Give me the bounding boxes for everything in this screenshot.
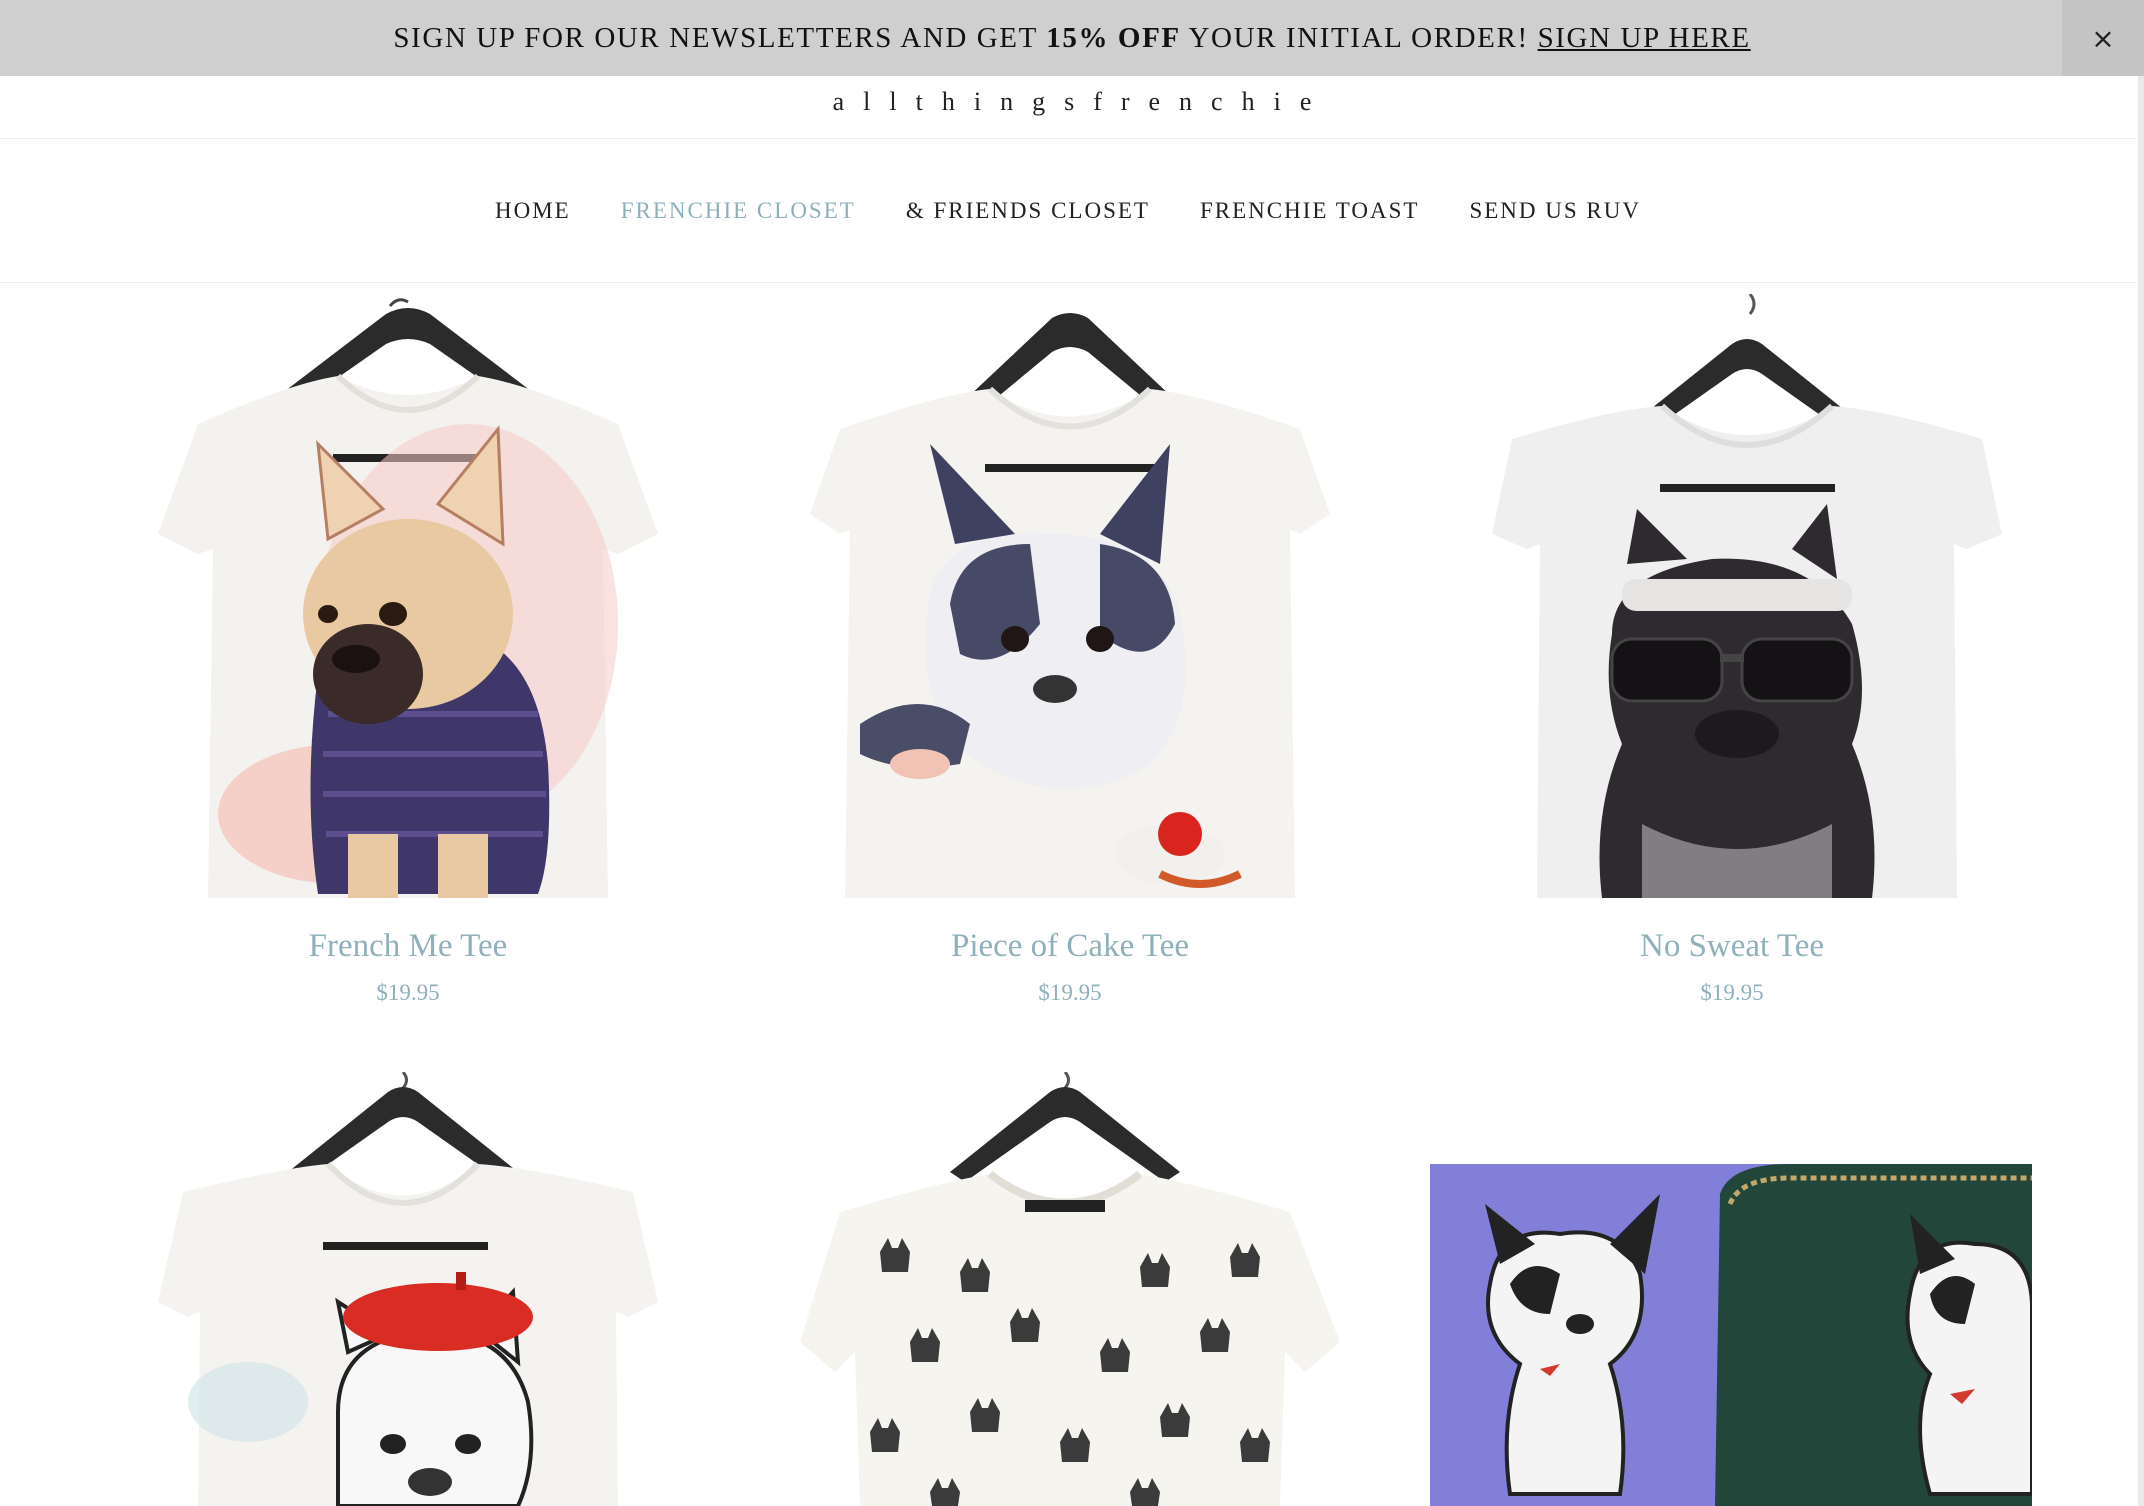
newsletter-banner-text: SIGN UP FOR OUR NEWSLETTERS AND GET 15% … xyxy=(393,22,1750,55)
logo-text: allthingsfrenchie xyxy=(832,87,1331,116)
product-card[interactable] xyxy=(800,1072,1340,1506)
product-price: $19.95 xyxy=(1038,980,1102,1005)
product-card[interactable] xyxy=(1430,1072,2032,1506)
banner-discount: 15% OFF xyxy=(1046,21,1181,54)
product-image[interactable] xyxy=(800,1072,1340,1506)
scrollbar[interactable] xyxy=(2138,76,2144,1506)
close-icon: × xyxy=(2091,21,2115,55)
product-card[interactable]: Piece of Cake Tee $19.95 xyxy=(800,294,1340,1014)
product-title[interactable]: No Sweat Tee xyxy=(1462,928,2002,965)
header-divider xyxy=(0,138,2136,139)
banner-text-after: YOUR INITIAL ORDER! xyxy=(1180,21,1538,54)
nav-divider xyxy=(0,282,2136,283)
nav-item-home[interactable]: HOME xyxy=(495,198,571,224)
product-card[interactable] xyxy=(138,1072,678,1506)
product-image[interactable] xyxy=(1462,294,2002,898)
nav-item-frenchie-toast[interactable]: FRENCHIE TOAST xyxy=(1200,198,1419,224)
product-image[interactable] xyxy=(800,294,1340,898)
nav-item-friends-closet[interactable]: & FRIENDS CLOSET xyxy=(906,198,1150,224)
signup-link[interactable]: SIGN UP HERE xyxy=(1538,22,1751,54)
banner-text-before: SIGN UP FOR OUR NEWSLETTERS AND GET xyxy=(393,21,1047,54)
product-card[interactable]: French Me Tee $19.95 xyxy=(138,294,678,1014)
nav-item-send-us-ruv[interactable]: SEND US RUV xyxy=(1469,198,1641,224)
product-title[interactable]: French Me Tee xyxy=(138,928,678,965)
product-image[interactable] xyxy=(1430,1164,2032,1506)
product-image[interactable] xyxy=(138,294,678,898)
product-price: $19.95 xyxy=(1700,980,1764,1005)
product-card[interactable]: No Sweat Tee $19.95 xyxy=(1462,294,2002,1014)
main-nav: HOME FRENCHIE CLOSET & FRIENDS CLOSET FR… xyxy=(0,140,2136,282)
newsletter-banner: SIGN UP FOR OUR NEWSLETTERS AND GET 15% … xyxy=(0,0,2144,76)
product-image[interactable] xyxy=(138,1072,678,1506)
site-logo[interactable]: allthingsfrenchie xyxy=(0,76,2144,138)
nav-item-frenchie-closet[interactable]: FRENCHIE CLOSET xyxy=(621,198,856,224)
product-title[interactable]: Piece of Cake Tee xyxy=(800,928,1340,965)
product-price: $19.95 xyxy=(376,980,440,1005)
close-banner-button[interactable]: × xyxy=(2062,0,2144,76)
